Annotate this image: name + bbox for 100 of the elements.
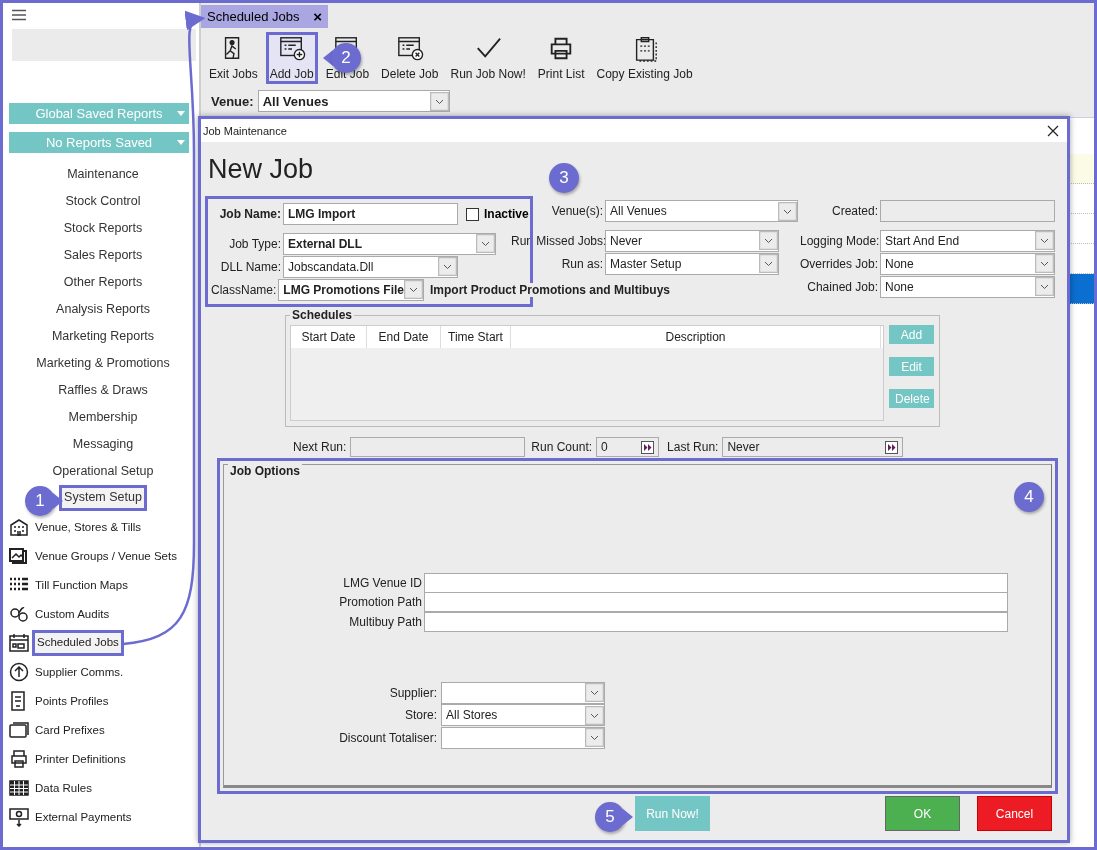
column-header[interactable]: Time Start: [441, 326, 511, 348]
field-label: Run Count:: [531, 440, 593, 454]
field-label: DLL Name:: [219, 259, 282, 274]
menu-item[interactable]: External Payments: [35, 810, 132, 823]
field-label: Promotion Path: [338, 595, 423, 610]
spin-field[interactable]: 0: [596, 437, 660, 457]
chevron-icon: [1035, 277, 1054, 296]
menu-item[interactable]: Marketing Reports: [51, 323, 155, 350]
spin-field[interactable]: Never: [722, 437, 904, 457]
menu-item[interactable]: Maintenance: [67, 161, 139, 188]
dropdown[interactable]: All Stores: [441, 704, 605, 727]
chevron-icon: [404, 280, 424, 299]
checkbox[interactable]: Inactive: [466, 207, 529, 221]
group-title: Schedules: [290, 308, 355, 322]
menu-item[interactable]: Stock Reports: [63, 215, 143, 242]
menu-item[interactable]: Till Function Maps: [35, 578, 128, 591]
chevron-icon: [759, 254, 778, 273]
menu-item[interactable]: Raffles & Draws: [58, 377, 148, 404]
text-field[interactable]: LMG Import: [283, 203, 458, 225]
field-label: Run as:: [560, 256, 604, 271]
field-label: Logging Mode:: [800, 233, 880, 248]
field-label: Discount Totaliser:: [338, 730, 438, 745]
dropdown[interactable]: All Venues: [257, 90, 450, 112]
menu-item[interactable]: Card Prefixes: [35, 723, 105, 736]
dropdown[interactable]: Jobscandata.Dll: [283, 255, 458, 278]
dropdown[interactable]: All Venues: [605, 200, 798, 222]
field-label: Venue:: [211, 93, 254, 109]
menu-item[interactable]: Operational Setup: [52, 458, 154, 485]
dialog-heading: New Job: [208, 154, 314, 186]
toolbar-button[interactable]: Delete Job: [377, 32, 443, 84]
close-icon[interactable]: [1047, 124, 1059, 137]
field-label: Last Run:: [667, 440, 719, 454]
dropdown[interactable]: Master Setup: [605, 252, 779, 275]
field-label: Created:: [830, 204, 879, 218]
chevron-icon: [759, 231, 778, 250]
menu-item[interactable]: Points Profiles: [35, 694, 109, 707]
window-title: Job Maintenance: [203, 124, 287, 137]
menu-item[interactable]: Scheduled Jobs: [35, 632, 121, 653]
field-label: Next Run:: [293, 440, 347, 454]
menu-item[interactable]: Sales Reports: [63, 242, 143, 269]
dropdown[interactable]: Never: [605, 229, 779, 252]
field-label: LMG Venue ID: [342, 575, 423, 590]
menu-item[interactable]: Venue Groups / Venue Sets: [35, 549, 177, 562]
field-label: Supplier:: [388, 685, 438, 700]
column-header[interactable]: Start Date: [291, 326, 367, 348]
calendar-icon: [9, 632, 29, 653]
delete-list-icon: [395, 35, 424, 62]
photo-stack-icon: [9, 545, 29, 566]
fast-forward-icon[interactable]: [641, 440, 655, 454]
add-list-icon: [277, 35, 306, 62]
upload-icon: [9, 661, 29, 682]
field-label: Multibuy Path: [348, 614, 423, 629]
chevron-icon: [1035, 254, 1054, 273]
dropdown[interactable]: Start And End: [880, 229, 1055, 252]
field-label: Overrides Job:: [800, 256, 880, 271]
dropdown[interactable]: [441, 726, 605, 749]
menu-item[interactable]: System Setup: [62, 488, 144, 508]
toolbar-button[interactable]: Copy Existing Job: [592, 32, 697, 84]
chevron-icon: [585, 683, 604, 703]
column-header[interactable]: Description: [511, 326, 881, 348]
field-label: Store:: [404, 708, 438, 723]
close-button[interactable]: ×: [313, 8, 322, 25]
dropdown[interactable]: [441, 681, 605, 704]
dropdown[interactable]: External DLL: [283, 232, 496, 255]
field-label: Chained Job:: [806, 279, 879, 294]
chevron-icon: [438, 257, 457, 276]
toolbar-button[interactable]: Run Job Now!: [446, 32, 530, 84]
menu-item[interactable]: Other Reports: [63, 269, 143, 296]
text-field[interactable]: [424, 592, 1008, 613]
tab[interactable]: Scheduled Jobs ×: [201, 5, 328, 28]
menu-item[interactable]: Stock Control: [65, 188, 141, 215]
chevron-icon: [585, 705, 604, 725]
menu-item[interactable]: Data Rules: [35, 781, 92, 794]
menu-item[interactable]: Messaging: [72, 431, 134, 458]
field-label: ClassName:: [211, 282, 278, 297]
field-label: Job Type:: [228, 236, 282, 251]
card-icon: [9, 719, 29, 740]
dropdown[interactable]: LMG Promotions File: [278, 278, 425, 301]
fast-forward-icon[interactable]: [885, 440, 899, 454]
toolbar-button[interactable]: Print List: [533, 32, 589, 84]
menu-item[interactable]: Analysis Reports: [56, 296, 150, 323]
chevron-icon: [476, 234, 495, 253]
dropdown[interactable]: None: [880, 252, 1055, 275]
column-header[interactable]: End Date: [367, 326, 441, 348]
menu-item[interactable]: Venue, Stores & Tills: [35, 520, 142, 533]
text-field[interactable]: [424, 572, 1008, 593]
menu-item[interactable]: Custom Audits: [35, 607, 110, 620]
menu-icon[interactable]: [12, 9, 26, 21]
menu-item[interactable]: Printer Definitions: [35, 752, 126, 765]
chevron-icon: [585, 728, 604, 748]
dropdown[interactable]: None: [880, 275, 1055, 298]
toolbar-button[interactable]: Exit Jobs: [205, 32, 262, 84]
text-field[interactable]: [424, 611, 1008, 632]
toolbar-button[interactable]: Add Job: [265, 32, 318, 84]
cancel-button[interactable]: Cancel: [977, 796, 1052, 831]
menu-item[interactable]: Marketing & Promotions: [36, 350, 170, 377]
menu-item[interactable]: Supplier Comms.: [35, 665, 124, 678]
description-text: Import Product Promotions and Multibuys: [428, 282, 673, 297]
chevron-icon: [429, 91, 449, 111]
menu-item[interactable]: Membership: [68, 404, 138, 431]
